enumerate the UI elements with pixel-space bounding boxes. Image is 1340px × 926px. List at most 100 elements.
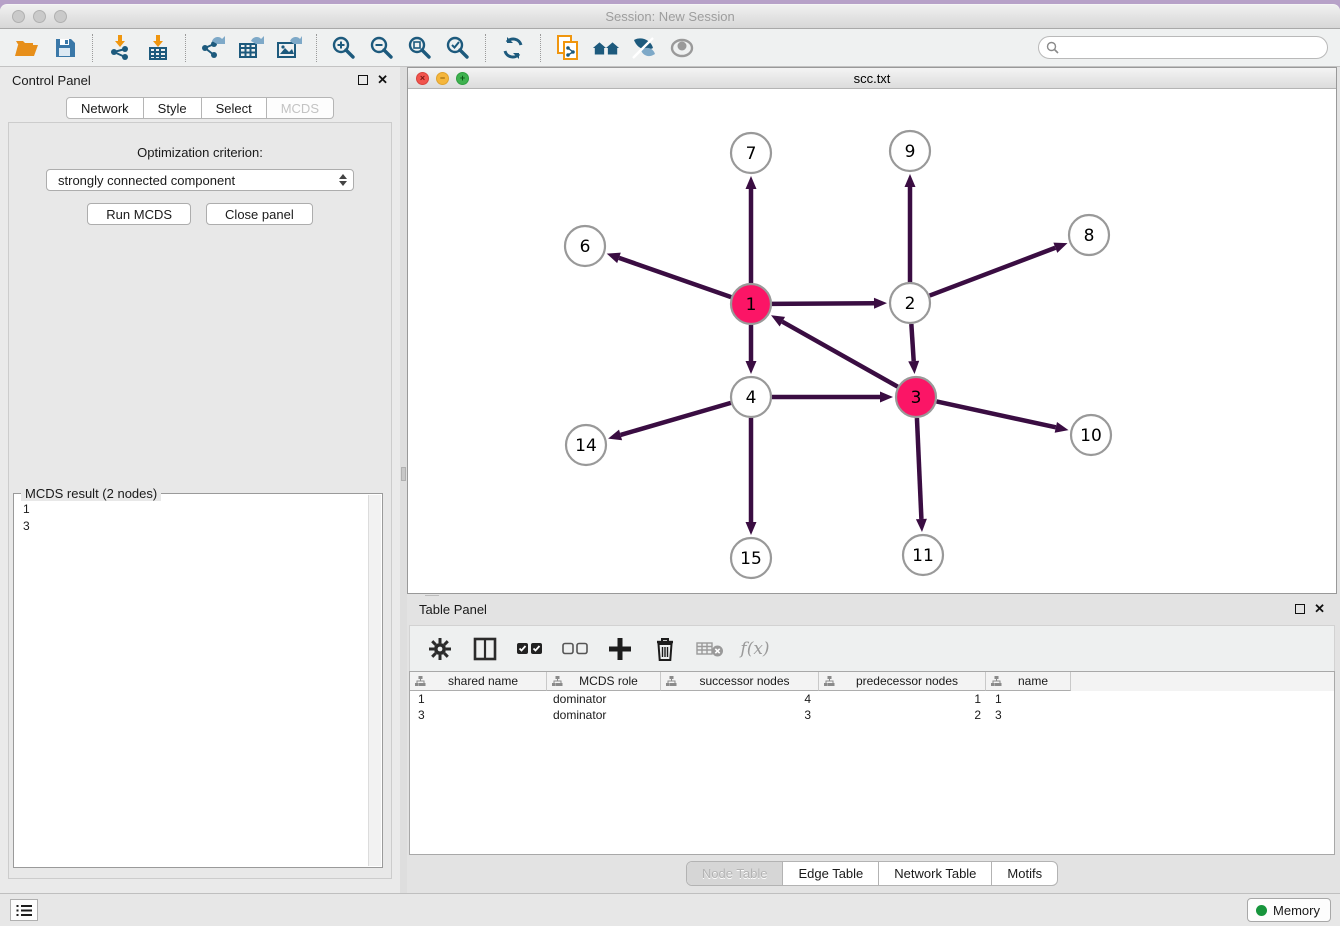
- column-header-MCDS-role[interactable]: MCDS role: [547, 672, 661, 691]
- run-mcds-button[interactable]: Run MCDS: [87, 203, 191, 225]
- tab-network[interactable]: Network: [66, 97, 144, 119]
- edge-1-6[interactable]: [619, 258, 731, 297]
- edge-4-14[interactable]: [621, 403, 731, 435]
- network-graph: 1234678910111415: [408, 90, 1336, 594]
- tab-style[interactable]: Style: [144, 97, 202, 119]
- mcds-result-box: MCDS result (2 nodes) 13: [13, 493, 383, 868]
- tab-select[interactable]: Select: [202, 97, 267, 119]
- table-cell[interactable]: 4: [661, 691, 819, 707]
- edge-2-3[interactable]: [911, 324, 913, 361]
- sort-tree-icon: [991, 676, 1002, 687]
- search-input[interactable]: [1063, 41, 1327, 55]
- node-label: 14: [575, 436, 597, 456]
- table-cell[interactable]: 3: [410, 707, 547, 723]
- vertical-splitter[interactable]: [400, 67, 407, 893]
- table-cell[interactable]: 1: [410, 691, 547, 707]
- table-row[interactable]: 3dominator323: [410, 707, 1334, 723]
- table-cell[interactable]: dominator: [547, 691, 661, 707]
- window-title: Session: New Session: [0, 9, 1340, 24]
- tab-network-table[interactable]: Network Table: [878, 862, 991, 885]
- table-cell[interactable]: 2: [819, 707, 986, 723]
- function-builder-icon[interactable]: f(x): [741, 635, 769, 663]
- table-cell[interactable]: 3: [661, 707, 819, 723]
- table-cell[interactable]: 1: [819, 691, 986, 707]
- close-panel-button[interactable]: Close panel: [206, 203, 313, 225]
- export-network-icon[interactable]: [199, 34, 227, 62]
- splitter-handle[interactable]: [401, 467, 406, 481]
- zoom-fit-icon[interactable]: [406, 34, 434, 62]
- memory-button[interactable]: Memory: [1247, 898, 1331, 922]
- hide-style-icon[interactable]: [668, 34, 696, 62]
- refresh-layout-icon[interactable]: [499, 34, 527, 62]
- export-image-icon[interactable]: [275, 34, 303, 62]
- network-zoom-icon[interactable]: +: [456, 72, 469, 85]
- edge-3-1[interactable]: [782, 322, 897, 387]
- table-cell[interactable]: 1: [986, 691, 1071, 707]
- sort-tree-icon: [552, 676, 563, 687]
- save-session-icon[interactable]: [51, 34, 79, 62]
- edge-1-2[interactable]: [772, 303, 874, 304]
- import-network-icon[interactable]: [106, 34, 134, 62]
- column-header-shared-name[interactable]: shared name: [410, 672, 547, 691]
- edge-3-10[interactable]: [937, 401, 1056, 427]
- arrowhead-icon: [916, 519, 927, 532]
- table-row[interactable]: 1dominator411: [410, 691, 1334, 707]
- close-panel-icon[interactable]: ✕: [377, 75, 388, 85]
- sort-tree-icon: [415, 676, 426, 687]
- tab-node-table[interactable]: Node Table: [687, 862, 783, 885]
- clone-network-icon[interactable]: [554, 34, 582, 62]
- edge-3-11[interactable]: [917, 418, 921, 519]
- column-visibility-icon[interactable]: [471, 635, 499, 663]
- network-minimize-icon[interactable]: −: [436, 72, 449, 85]
- node-label: 15: [740, 549, 762, 569]
- settings-gear-icon[interactable]: [426, 635, 454, 663]
- table-cell[interactable]: dominator: [547, 707, 661, 723]
- first-neighbors-icon[interactable]: [592, 34, 620, 62]
- node-label: 4: [746, 388, 757, 408]
- column-header-predecessor-nodes[interactable]: predecessor nodes: [819, 672, 986, 691]
- zoom-in-icon[interactable]: [330, 34, 358, 62]
- float-table-panel-icon[interactable]: [1295, 604, 1305, 614]
- zoom-out-icon[interactable]: [368, 34, 396, 62]
- toolbar-search[interactable]: [1038, 36, 1328, 59]
- node-table[interactable]: shared nameMCDS rolesuccessor nodes prede…: [409, 671, 1335, 855]
- show-style-icon[interactable]: [630, 34, 658, 62]
- table-cell[interactable]: 3: [986, 707, 1071, 723]
- node-label: 7: [746, 144, 757, 164]
- tab-motifs[interactable]: Motifs: [991, 862, 1057, 885]
- open-file-icon[interactable]: [13, 34, 41, 62]
- criterion-value: strongly connected component: [58, 173, 235, 188]
- arrowhead-icon: [874, 298, 887, 309]
- import-table-icon[interactable]: [144, 34, 172, 62]
- delete-column-icon[interactable]: [651, 635, 679, 663]
- edge-2-8[interactable]: [930, 248, 1056, 296]
- network-canvas[interactable]: 1234678910111415: [408, 90, 1336, 593]
- network-window-titlebar[interactable]: × − + scc.txt: [408, 68, 1336, 89]
- column-header-name[interactable]: name: [986, 672, 1071, 691]
- network-close-icon[interactable]: ×: [416, 72, 429, 85]
- node-label: 1: [746, 295, 757, 315]
- optimization-criterion-label: Optimization criterion:: [9, 145, 391, 160]
- criterion-select[interactable]: strongly connected component: [46, 169, 354, 191]
- result-scrollbar[interactable]: [368, 495, 381, 866]
- select-all-icon[interactable]: [516, 635, 544, 663]
- float-panel-icon[interactable]: [358, 75, 368, 85]
- arrowhead-icon: [608, 430, 622, 441]
- tab-edge-table[interactable]: Edge Table: [782, 862, 878, 885]
- node-label: 2: [905, 294, 916, 314]
- delete-table-icon[interactable]: [696, 635, 724, 663]
- mcds-result-title: MCDS result (2 nodes): [21, 486, 161, 501]
- table-tabs: Node Table Edge Table Network Table Moti…: [407, 861, 1337, 886]
- chevron-updown-icon: [339, 174, 347, 186]
- column-header-successor-nodes[interactable]: successor nodes: [661, 672, 819, 691]
- tab-mcds[interactable]: MCDS: [267, 97, 334, 119]
- deselect-all-icon[interactable]: [561, 635, 589, 663]
- table-toolbar: f(x): [409, 625, 1335, 672]
- node-label: 9: [905, 142, 916, 162]
- column-header-label: predecessor nodes: [835, 674, 985, 688]
- add-column-icon[interactable]: [606, 635, 634, 663]
- export-table-icon[interactable]: [237, 34, 265, 62]
- zoom-selected-icon[interactable]: [444, 34, 472, 62]
- close-table-panel-icon[interactable]: ✕: [1314, 604, 1325, 614]
- task-history-button[interactable]: [10, 899, 38, 921]
